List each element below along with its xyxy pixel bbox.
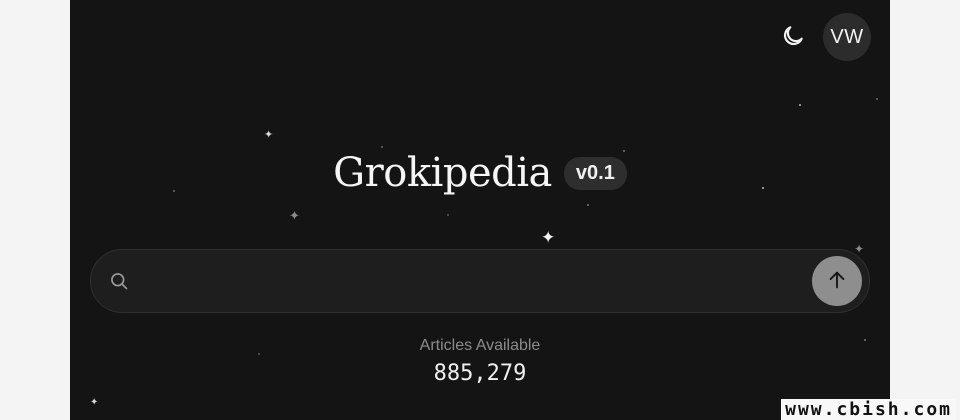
- sparkle-icon: ✦: [289, 208, 300, 223]
- search-bar: [90, 249, 870, 313]
- articles-available-label: Articles Available: [419, 337, 541, 354]
- sparkle-icon: ✦: [90, 397, 99, 408]
- star-dot: [587, 204, 589, 206]
- search-submit-button[interactable]: [812, 256, 862, 306]
- star-dot: [447, 214, 449, 216]
- sparkle-icon: ✦: [854, 242, 865, 256]
- search-icon: [107, 269, 131, 293]
- avatar-initials: VW: [830, 25, 864, 48]
- search-input[interactable]: [143, 260, 800, 302]
- sparkle-icon: ✦: [541, 228, 556, 247]
- sparkle-icon: ✦: [264, 129, 274, 141]
- arrow-up-icon: [826, 269, 848, 294]
- page-title: Grokipedia: [333, 150, 552, 196]
- theme-toggle-button[interactable]: [779, 24, 807, 52]
- moon-icon: [780, 23, 806, 54]
- star-dot: [381, 146, 383, 148]
- hero-title-row: Grokipedia v0.1: [70, 150, 890, 196]
- watermark: www.cbish.com: [781, 399, 956, 420]
- star-dot: [876, 98, 878, 100]
- main-stage: ✦ ✦ ✦ ✦ ✦ VW Grokipedia v0.1 Articles Av…: [70, 0, 890, 420]
- version-badge: v0.1: [563, 156, 627, 190]
- star-dot: [799, 104, 801, 106]
- articles-count: 885,279: [433, 361, 527, 386]
- user-avatar-button[interactable]: VW: [823, 13, 871, 61]
